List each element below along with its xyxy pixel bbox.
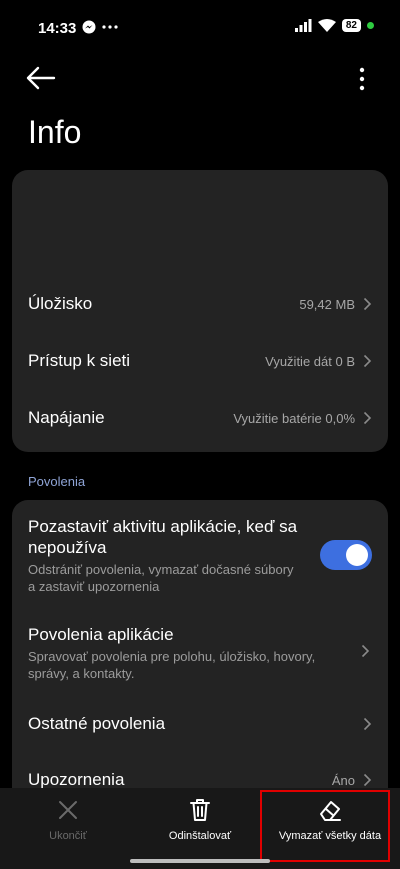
notifications-value-group: Áno <box>332 773 372 788</box>
notifications-row[interactable]: Upozornenia Áno <box>28 770 372 790</box>
notifications-title: Upozornenia <box>28 770 125 789</box>
stop-label: Ukončiť <box>49 830 87 842</box>
app-permissions-subtitle: Spravovať povolenia pre polohu, úložisko… <box>28 649 316 681</box>
storage-label: Úložisko <box>28 294 93 313</box>
app-permissions-title: Povolenia aplikácie <box>28 625 174 644</box>
network-value-group: Využitie dát 0 B <box>265 354 372 369</box>
permissions-section-title: Povolenia <box>28 474 86 489</box>
other-permissions-title: Ostatné povolenia <box>28 714 166 733</box>
signal-icon <box>294 19 312 32</box>
messenger-icon <box>82 20 96 34</box>
chevron-right-icon <box>363 354 372 368</box>
toggle-knob <box>346 544 368 566</box>
pause-activity-item[interactable]: Pozastaviť aktivitu aplikácie, keď sa ne… <box>28 516 298 595</box>
green-dot <box>367 22 374 29</box>
power-label: Napájanie <box>28 408 105 427</box>
app-bar <box>0 56 400 100</box>
storage-value-group: 59,42 MB <box>299 297 372 312</box>
power-value: Využitie batérie 0,0% <box>233 410 355 426</box>
app-info-card: Úložisko 59,42 MB Prístup k sieti Využit… <box>12 170 388 452</box>
storage-value: 59,42 MB <box>299 296 355 312</box>
chevron-right-icon <box>361 644 370 658</box>
trash-icon <box>190 799 210 821</box>
network-access-value: Využitie dát 0 B <box>265 353 355 369</box>
chevron-right-icon <box>363 411 372 425</box>
pause-activity-title: Pozastaviť aktivitu aplikácie, keď sa ne… <box>28 517 298 557</box>
uninstall-label: Odinštalovať <box>168 830 232 842</box>
stop-button[interactable]: Ukončiť <box>30 788 106 869</box>
more-dots-icon <box>102 25 118 29</box>
pause-activity-toggle[interactable] <box>320 540 372 570</box>
uninstall-button[interactable]: Odinštalovať <box>155 788 245 869</box>
power-row[interactable]: Napájanie Využitie batérie 0,0% <box>28 408 372 428</box>
close-icon <box>59 801 77 819</box>
status-left-icons <box>82 20 118 34</box>
storage-row[interactable]: Úložisko 59,42 MB <box>28 294 372 314</box>
network-access-label: Prístup k sieti <box>28 351 131 370</box>
pause-activity-subtitle: Odstrániť povolenia, vymazať dočasné súb… <box>28 562 294 594</box>
back-arrow-icon[interactable] <box>24 64 58 92</box>
more-options-icon[interactable] <box>354 66 370 92</box>
battery-icon: 82 <box>341 19 361 32</box>
other-permissions-row[interactable]: Ostatné povolenia <box>28 714 372 734</box>
notifications-value: Áno <box>331 772 355 788</box>
highlight-box <box>260 790 390 862</box>
chevron-right-icon <box>363 773 372 787</box>
home-indicator[interactable] <box>130 859 270 863</box>
permissions-card: Pozastaviť aktivitu aplikácie, keď sa ne… <box>12 500 388 800</box>
power-value-group: Využitie batérie 0,0% <box>233 411 372 426</box>
status-bar: 14:33 82 <box>0 0 400 56</box>
wifi-icon <box>317 19 336 32</box>
bottom-action-bar: Ukončiť Odinštalovať Vymazať všetky dáta <box>0 788 400 869</box>
status-right-icons: 82 <box>294 19 374 32</box>
page-title: Info <box>28 114 82 150</box>
chevron-right-icon <box>363 717 372 731</box>
network-access-row[interactable]: Prístup k sieti Využitie dát 0 B <box>28 351 372 371</box>
chevron-right-icon <box>363 297 372 311</box>
app-permissions-item[interactable]: Povolenia aplikácie Spravovať povolenia … <box>28 624 348 682</box>
status-time: 14:33 <box>38 20 77 37</box>
